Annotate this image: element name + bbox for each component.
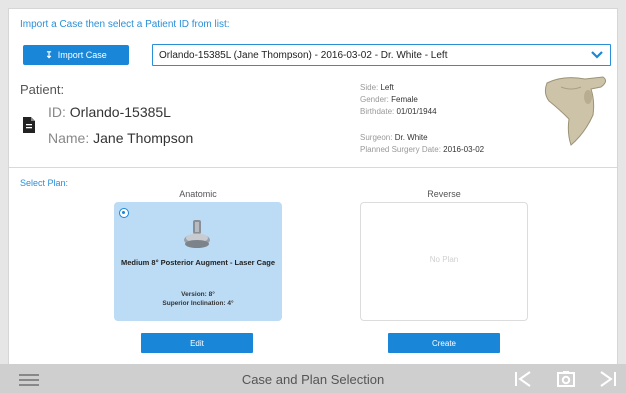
side-value: Left bbox=[380, 83, 394, 92]
chevron-down-icon bbox=[590, 48, 604, 65]
reverse-plan-card[interactable]: No Plan bbox=[360, 202, 528, 321]
surgery-date-info: Planned Surgery Date: 2016-03-02 bbox=[360, 145, 484, 154]
gender-value: Female bbox=[391, 95, 418, 104]
import-case-label: Import Case bbox=[57, 50, 107, 60]
case-select-dropdown[interactable]: Orlando-15385L (Jane Thompson) - 2016-03… bbox=[152, 44, 611, 66]
create-button[interactable]: Create bbox=[388, 333, 500, 353]
select-plan-label: Select Plan: bbox=[20, 178, 69, 188]
next-icon[interactable] bbox=[599, 370, 617, 393]
footer-title: Case and Plan Selection bbox=[241, 372, 385, 387]
birthdate-label: Birthdate: bbox=[360, 107, 395, 116]
patient-id-label: ID: bbox=[48, 104, 66, 120]
anatomic-plan-card[interactable]: Medium 8° Posterior Augment - Laser Cage… bbox=[114, 202, 282, 321]
reverse-column-title: Reverse bbox=[427, 189, 461, 199]
patient-name-label: Name: bbox=[48, 130, 90, 146]
patient-name: Name: Jane Thompson bbox=[48, 130, 193, 146]
download-icon: ↧ bbox=[45, 49, 53, 60]
import-instruction: Import a Case then select a Patient ID f… bbox=[20, 19, 230, 30]
patient-heading: Patient: bbox=[20, 82, 65, 97]
app-window: Import a Case then select a Patient ID f… bbox=[8, 8, 618, 372]
birthdate-value: 01/01/1944 bbox=[396, 107, 437, 116]
birthdate-info: Birthdate: 01/01/1944 bbox=[360, 107, 437, 116]
surgery-date-label: Planned Surgery Date: bbox=[360, 145, 441, 154]
previous-icon[interactable] bbox=[514, 370, 532, 393]
side-label: Side: bbox=[360, 83, 379, 92]
plan-radio-selected[interactable] bbox=[119, 208, 129, 218]
section-divider bbox=[9, 167, 617, 168]
edit-button[interactable]: Edit bbox=[141, 333, 253, 353]
patient-id-value: Orlando-15385L bbox=[69, 104, 171, 120]
footer-bar: Case and Plan Selection bbox=[0, 364, 626, 393]
anatomic-column-title: Anatomic bbox=[179, 189, 217, 199]
patient-id: ID: Orlando-15385L bbox=[48, 104, 171, 120]
implant-image bbox=[182, 218, 212, 257]
no-plan-placeholder: No Plan bbox=[429, 255, 459, 264]
document-icon bbox=[23, 117, 35, 138]
shoulder-bone-image bbox=[541, 75, 611, 152]
surgeon-value: Dr. White bbox=[394, 133, 428, 142]
plan-inclination: Superior Inclination: 4° bbox=[162, 300, 234, 307]
surgeon-info: Surgeon: Dr. White bbox=[360, 133, 428, 142]
patient-name-value: Jane Thompson bbox=[93, 130, 194, 146]
gender-info: Gender: Female bbox=[360, 95, 418, 104]
plan-name: Medium 8° Posterior Augment - Laser Cage bbox=[120, 258, 275, 267]
surgery-date-value: 2016-03-02 bbox=[443, 145, 485, 154]
import-case-button[interactable]: ↧ Import Case bbox=[23, 45, 129, 65]
plan-version: Version: 8° bbox=[181, 291, 215, 298]
gender-label: Gender: bbox=[360, 95, 389, 104]
surgeon-label: Surgeon: bbox=[360, 133, 393, 142]
case-select-value: Orlando-15385L (Jane Thompson) - 2016-03… bbox=[159, 49, 448, 61]
side-info: Side: Left bbox=[360, 83, 394, 92]
camera-icon[interactable] bbox=[557, 370, 575, 393]
